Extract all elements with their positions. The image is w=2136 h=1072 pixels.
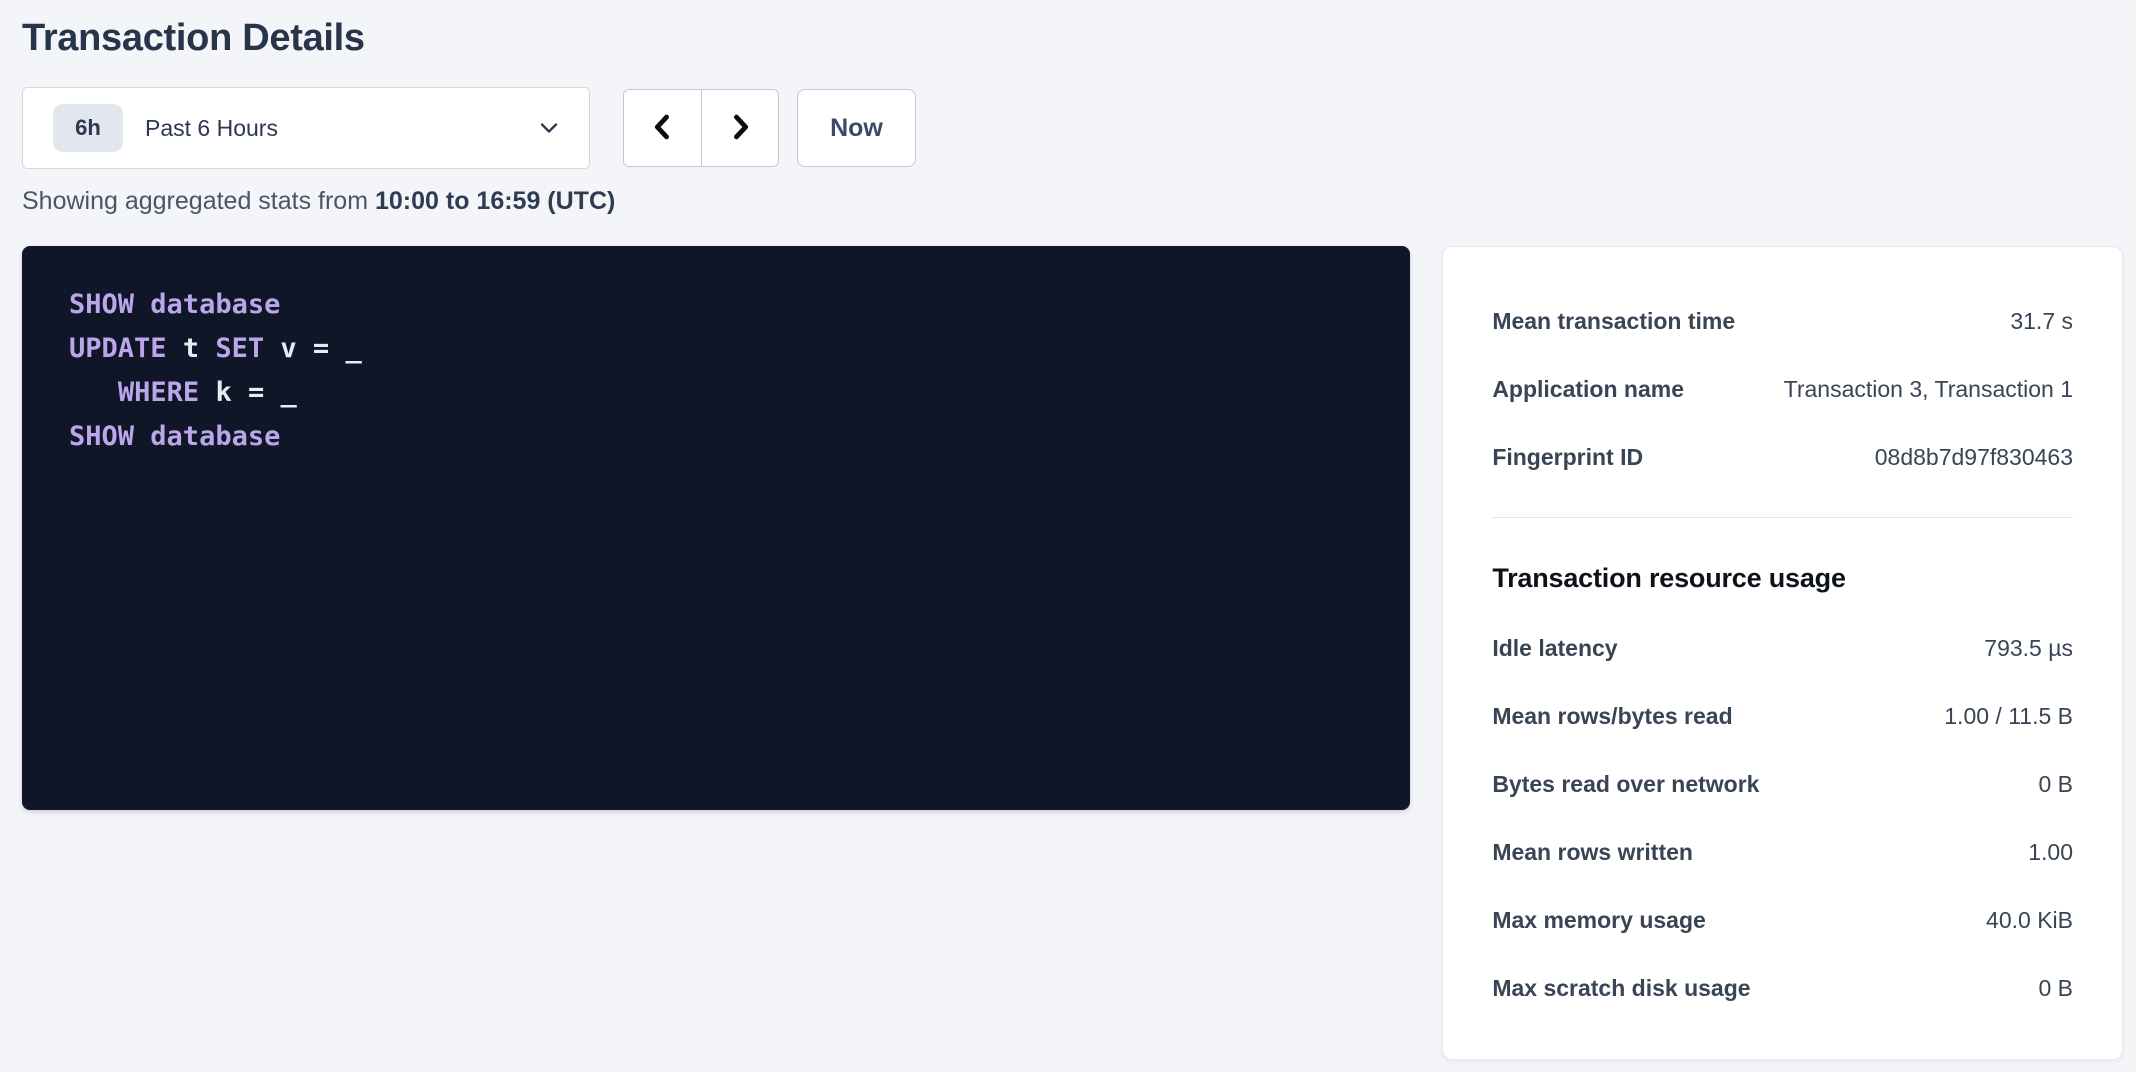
chevron-right-icon xyxy=(723,110,757,147)
sql-token: t xyxy=(183,333,199,364)
caption-time-range: 10:00 to 16:59 (UTC) xyxy=(375,187,615,215)
stat-label: Mean transaction time xyxy=(1492,308,1735,335)
stat-label: Mean rows/bytes read xyxy=(1492,703,1732,730)
time-range-label: Past 6 Hours xyxy=(145,115,278,142)
time-controls-row: 6h Past 6 Hours xyxy=(22,87,2123,169)
sql-statement-box: SHOW databaseUPDATE t SET v = _WHERE k =… xyxy=(22,246,1410,810)
chevron-down-icon xyxy=(535,114,563,142)
sql-token: WHERE xyxy=(118,377,199,408)
stat-row: Max scratch disk usage 0 B xyxy=(1492,954,2073,1022)
sql-line: SHOW database xyxy=(69,415,1380,459)
sql-token: = xyxy=(248,377,264,408)
sql-token: SET xyxy=(215,333,264,364)
stat-label: Max scratch disk usage xyxy=(1492,975,1750,1002)
sql-token: k xyxy=(215,377,231,408)
content-row: SHOW databaseUPDATE t SET v = _WHERE k =… xyxy=(22,246,2123,1060)
stat-value: 1.00 xyxy=(2028,839,2073,866)
resource-usage-heading: Transaction resource usage xyxy=(1492,558,2073,598)
sql-line: UPDATE t SET v = _ xyxy=(69,327,1380,371)
sql-token: _ xyxy=(281,377,297,408)
resource-usage-rows: Idle latency 793.5 µs Mean rows/bytes read… xyxy=(1492,614,2073,1022)
stat-value: 08d8b7d97f830463 xyxy=(1875,444,2073,471)
stat-value: 1.00 / 11.5 B xyxy=(1944,703,2073,730)
sql-token: SHOW xyxy=(69,289,134,320)
card-divider xyxy=(1492,517,2073,518)
stat-row: Idle latency 793.5 µs xyxy=(1492,614,2073,682)
caption-prefix: Showing aggregated stats from xyxy=(22,187,375,215)
summary-rows: Mean transaction time 31.7 s Application n… xyxy=(1492,287,2073,491)
stat-value: Transaction 3, Transaction 1 xyxy=(1784,376,2073,403)
stat-row: Max memory usage 40.0 KiB xyxy=(1492,886,2073,954)
time-step-button-group xyxy=(623,89,779,167)
stat-value: 0 B xyxy=(2038,771,2073,798)
time-range-dropdown[interactable]: 6h Past 6 Hours xyxy=(22,87,590,169)
time-range-badge: 6h xyxy=(53,104,123,152)
transaction-summary-card: Mean transaction time 31.7 s Application n… xyxy=(1442,246,2123,1060)
sql-line: SHOW database xyxy=(69,283,1380,327)
stat-row: Mean rows written 1.00 xyxy=(1492,818,2073,886)
stat-row: Fingerprint ID 08d8b7d97f830463 xyxy=(1492,423,2073,491)
sql-token: SHOW xyxy=(69,421,134,452)
now-button[interactable]: Now xyxy=(797,89,916,167)
sql-token: = xyxy=(313,333,329,364)
sql-token: database xyxy=(150,421,280,452)
sql-token: UPDATE xyxy=(69,333,167,364)
stat-label: Fingerprint ID xyxy=(1492,444,1643,471)
stat-value: 40.0 KiB xyxy=(1986,907,2073,934)
previous-time-button[interactable] xyxy=(624,90,701,166)
stat-row: Bytes read over network 0 B xyxy=(1492,750,2073,818)
page-title: Transaction Details xyxy=(22,14,2123,62)
stat-value: 793.5 µs xyxy=(1984,635,2073,662)
stat-label: Idle latency xyxy=(1492,635,1617,662)
stat-row: Application name Transaction 3, Transacti… xyxy=(1492,355,2073,423)
stat-label: Max memory usage xyxy=(1492,907,1705,934)
next-time-button[interactable] xyxy=(701,90,778,166)
chevron-left-icon xyxy=(646,110,680,147)
sql-token: database xyxy=(150,289,280,320)
stat-value: 0 B xyxy=(2038,975,2073,1002)
stat-row: Mean rows/bytes read 1.00 / 11.5 B xyxy=(1492,682,2073,750)
transaction-details-page: Transaction Details 6h Past 6 Hours xyxy=(0,0,2136,1060)
stat-label: Application name xyxy=(1492,376,1684,403)
stat-label: Bytes read over network xyxy=(1492,771,1759,798)
stat-label: Mean rows written xyxy=(1492,839,1693,866)
stat-row: Mean transaction time 31.7 s xyxy=(1492,287,2073,355)
sql-token: _ xyxy=(345,333,361,364)
sql-token: v xyxy=(280,333,296,364)
sql-line: WHERE k = _ xyxy=(69,371,1380,415)
stat-value: 31.7 s xyxy=(2010,308,2073,335)
aggregated-stats-caption: Showing aggregated stats from 10:00 to 1… xyxy=(22,185,2123,217)
